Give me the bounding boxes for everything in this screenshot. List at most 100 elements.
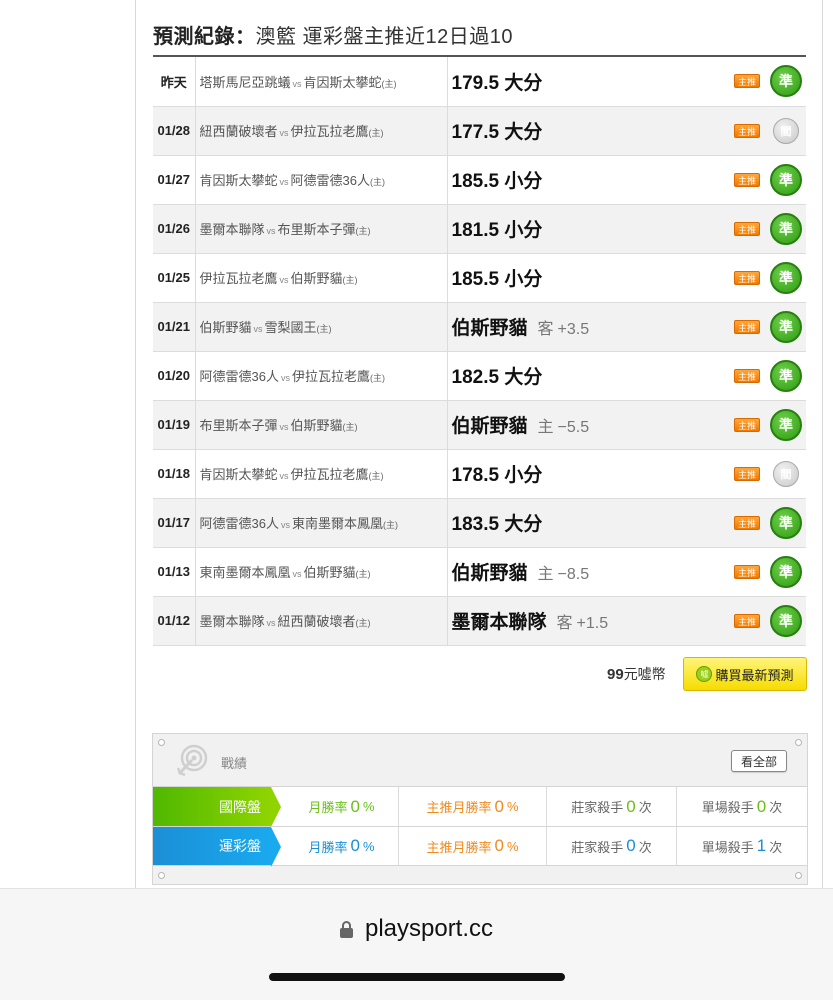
home-tag: (主) bbox=[355, 618, 371, 628]
bookmaker-killer-label: 莊家殺手 bbox=[571, 800, 624, 815]
buy-button-label: 購買最新預測 bbox=[715, 667, 794, 683]
performance-row-label[interactable]: 國際盤 bbox=[153, 787, 281, 827]
away-team: 墨爾本聯隊 bbox=[199, 614, 265, 629]
table-row: 01/12 墨爾本聯隊 vs 紐西蘭破壞者(主) 墨爾本聯隊客 +1.5 主推準 bbox=[153, 596, 806, 646]
pick-value: 185.5 小分 bbox=[451, 269, 543, 290]
price-unit: 元噓幣 bbox=[623, 666, 666, 682]
single-game-killer-value: 0 bbox=[756, 796, 767, 816]
table-row: 01/21 伯斯野貓 vs 雪梨國王(主) 伯斯野貓客 +3.5 主推準 bbox=[153, 302, 806, 352]
single-game-killer-cell: 單場殺手 0 次 bbox=[677, 787, 807, 826]
vs-label: vs bbox=[292, 569, 302, 579]
home-tag: (主) bbox=[368, 128, 384, 138]
row-badge-cell: 主推 bbox=[728, 57, 766, 107]
row-date: 01/21 bbox=[153, 302, 196, 352]
away-team: 紐西蘭破壞者 bbox=[199, 124, 278, 139]
result-win-icon: 準 bbox=[770, 408, 802, 441]
row-date: 01/18 bbox=[153, 449, 196, 499]
vs-label: vs bbox=[292, 78, 302, 89]
page-title: 預測紀錄：澳籃 運彩盤主推近12日過10 bbox=[153, 20, 513, 49]
buy-latest-prediction-button[interactable]: 噓 購買最新預測 bbox=[683, 657, 807, 691]
lock-icon bbox=[339, 920, 353, 938]
away-team: 伊拉瓦拉老鷹 bbox=[199, 271, 278, 286]
bookmaker-killer-value: 0 bbox=[626, 836, 636, 855]
performance-row-label[interactable]: 運彩盤 bbox=[153, 827, 281, 867]
row-result-cell: 準 bbox=[766, 57, 806, 107]
vs-label: vs bbox=[280, 373, 290, 383]
home-team: 伯斯野貓 bbox=[290, 271, 343, 286]
row-badge-cell: 主推 bbox=[728, 498, 766, 548]
address-bar[interactable]: playsport.cc bbox=[0, 915, 833, 943]
row-badge-cell: 主推 bbox=[728, 400, 766, 450]
table-row: 01/26 墨爾本聯隊 vs 布里斯本子彈(主) 181.5 小分 主推準 bbox=[153, 204, 806, 254]
row-date: 01/19 bbox=[153, 400, 196, 450]
row-match: 伯斯野貓 vs 雪梨國王(主) bbox=[195, 302, 448, 352]
single-game-killer-cell: 單場殺手 1 次 bbox=[677, 827, 807, 865]
main-pick-badge: 主推 bbox=[734, 564, 760, 579]
row-date: 昨天 bbox=[153, 57, 196, 107]
row-badge-cell: 主推 bbox=[728, 155, 766, 205]
result-win-icon: 準 bbox=[770, 65, 802, 98]
row-result-cell: 準 bbox=[766, 302, 806, 352]
row-pick: 185.5 小分 bbox=[447, 155, 728, 205]
row-date: 01/17 bbox=[153, 498, 196, 548]
row-result-cell: 準 bbox=[766, 596, 806, 646]
home-indicator[interactable] bbox=[269, 973, 565, 981]
pick-line: +1.5 bbox=[576, 615, 609, 632]
page: 預測紀錄：澳籃 運彩盤主推近12日過10 昨天 塔斯馬尼亞跳蟻 vs 肯因斯太攀蛇(主… bbox=[0, 0, 833, 1000]
home-team: 伯斯野貓 bbox=[303, 565, 356, 580]
bookmaker-killer-value: 0 bbox=[626, 796, 636, 816]
row-match: 肯因斯太攀蛇 vs 伊拉瓦拉老鷹(主) bbox=[195, 449, 448, 499]
view-all-button[interactable]: 看全部 bbox=[731, 750, 787, 772]
row-match: 肯因斯太攀蛇 vs 阿德雷德36人(主) bbox=[195, 155, 448, 205]
home-team: 伊拉瓦拉老鷹 bbox=[290, 124, 369, 139]
home-tag: (主) bbox=[342, 275, 358, 285]
table-row: 01/27 肯因斯太攀蛇 vs 阿德雷德36人(主) 185.5 小分 主推準 bbox=[153, 155, 806, 205]
main-pick-badge: 主推 bbox=[734, 466, 760, 481]
result-win-icon: 準 bbox=[770, 359, 802, 392]
bookmaker-killer-label: 莊家殺手 bbox=[571, 839, 624, 855]
row-badge-cell: 主推 bbox=[728, 449, 766, 499]
home-team: 雪梨國王 bbox=[264, 320, 317, 335]
row-date: 01/25 bbox=[153, 253, 196, 303]
main-pick-badge: 主推 bbox=[734, 319, 760, 334]
home-tag: (主) bbox=[369, 373, 385, 383]
row-result-cell: 準 bbox=[766, 547, 806, 597]
monthly-win-rate-unit: % bbox=[362, 799, 375, 814]
row-pick: 伯斯野貓主 −5.5 bbox=[447, 400, 728, 450]
row-result-cell: 閻 bbox=[766, 449, 806, 499]
pick-value: 墨爾本聯隊 bbox=[451, 612, 547, 633]
monthly-win-rate-cell: 月勝率 0% bbox=[271, 787, 399, 826]
away-team: 伯斯野貓 bbox=[199, 320, 252, 335]
main-pick-badge: 主推 bbox=[734, 74, 760, 89]
result-win-icon: 準 bbox=[770, 163, 802, 196]
single-game-killer-unit: 次 bbox=[769, 839, 783, 855]
row-pick: 183.5 大分 bbox=[447, 498, 728, 548]
row-result-cell: 準 bbox=[766, 253, 806, 303]
url-text: playsport.cc bbox=[364, 915, 494, 942]
monthly-win-rate-value: 0 bbox=[350, 796, 360, 816]
home-team: 阿德雷德36人 bbox=[290, 173, 370, 188]
away-team: 肯因斯太攀蛇 bbox=[199, 467, 278, 482]
home-tag: (主) bbox=[355, 569, 371, 579]
main-pick-monthly-win-rate-label: 主推月勝率 bbox=[426, 800, 492, 815]
result-win-icon: 準 bbox=[770, 310, 802, 343]
pick-side: 主 bbox=[537, 419, 554, 436]
home-team: 伯斯野貓 bbox=[290, 418, 343, 433]
single-game-killer-unit: 次 bbox=[769, 800, 783, 815]
row-match: 阿德雷德36人 vs 伊拉瓦拉老鷹(主) bbox=[195, 351, 448, 401]
main-pick-monthly-win-rate-cell: 主推月勝率 0% bbox=[399, 827, 547, 865]
right-gutter bbox=[822, 0, 833, 888]
result-push-icon: 閻 bbox=[773, 117, 799, 144]
main-pick-badge: 主推 bbox=[734, 613, 760, 628]
home-team: 布里斯本子彈 bbox=[277, 222, 356, 237]
single-game-killer-label: 單場殺手 bbox=[701, 839, 754, 855]
performance-title: 戰績 bbox=[221, 756, 248, 771]
row-badge-cell: 主推 bbox=[728, 204, 766, 254]
away-team: 布里斯本子彈 bbox=[199, 418, 278, 433]
away-team: 塔斯馬尼亞跳蟻 bbox=[199, 74, 291, 90]
left-gutter bbox=[0, 0, 136, 888]
pick-value: 178.5 小分 bbox=[451, 465, 543, 486]
row-badge-cell: 主推 bbox=[728, 106, 766, 156]
row-match: 塔斯馬尼亞跳蟻 vs 肯因斯太攀蛇(主) bbox=[195, 57, 448, 107]
bookmaker-killer-cell: 莊家殺手 0 次 bbox=[547, 787, 677, 826]
